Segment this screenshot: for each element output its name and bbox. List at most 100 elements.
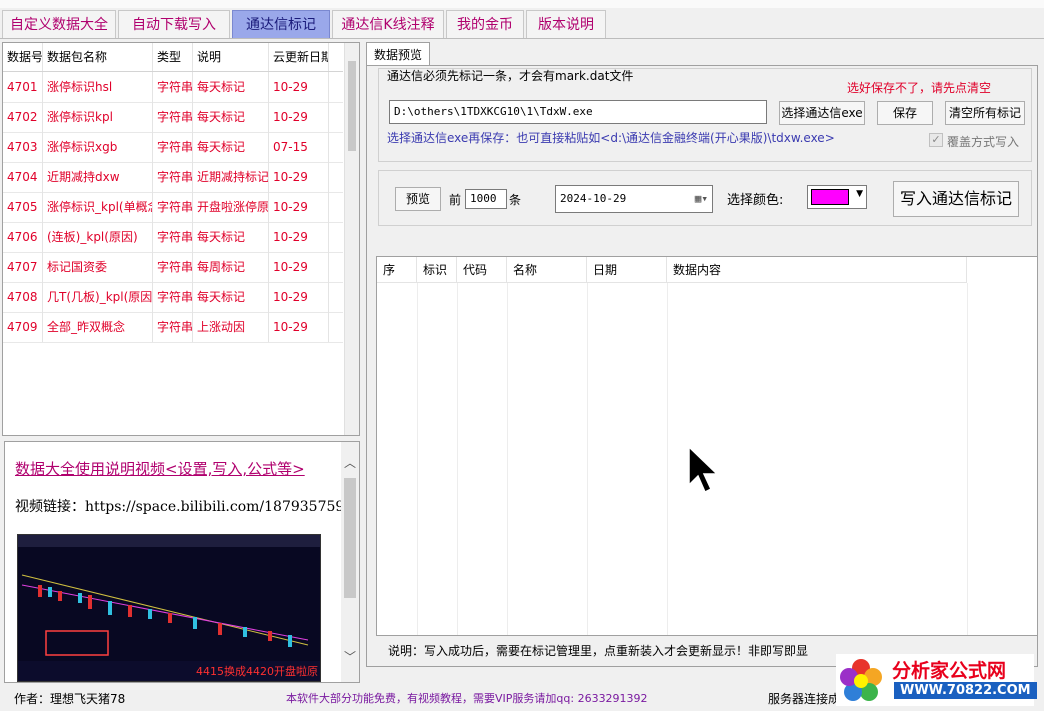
col-header-type[interactable]: 类型 (153, 43, 193, 71)
col-header-name[interactable]: 数据包名称 (43, 43, 153, 71)
info-scrollbar[interactable]: ︿ ﹀ (341, 442, 359, 682)
table-row[interactable]: 4708 几T(几板)_kpl(原因) 字符串 每天标记 10-29 (3, 282, 343, 313)
cell-type: 字符串 (153, 192, 193, 222)
scrollbar-thumb[interactable] (348, 61, 356, 151)
write-tdx-mark-button[interactable]: 写入通达信标记 (893, 181, 1019, 217)
grid-header-index[interactable]: 序 (377, 257, 417, 283)
cell-desc: 每天标记 (193, 222, 269, 252)
cell-type: 字符串 (153, 282, 193, 312)
logo-title: 分析家公式网 (892, 660, 1007, 682)
date-value: 2024-10-29 (560, 192, 627, 205)
cell-date: 10-29 (269, 102, 329, 132)
overwrite-checkbox[interactable]: ✓ (929, 133, 943, 147)
cell-desc: 开盘啦涨停原因 (193, 192, 269, 222)
cell-date: 10-29 (269, 222, 329, 252)
table-header: 数据号 数据包名称 类型 说明 云更新日期 (3, 43, 343, 72)
table-row[interactable]: 4701 涨停标识hsl 字符串 每天标记 10-29 (3, 72, 343, 103)
tab-my-coins[interactable]: 我的金币 (446, 10, 524, 38)
count-unit-label: 条 (509, 193, 522, 207)
dropdown-arrow-icon[interactable]: ▼ (856, 189, 863, 199)
table-row[interactable]: 4702 涨停标识kpl 字符串 每天标记 10-29 (3, 102, 343, 133)
choose-tdx-exe-button[interactable]: 选择通达信exe (779, 101, 865, 125)
tab-tdx-kline-note[interactable]: 通达信K线注释 (332, 10, 444, 38)
preview-button[interactable]: 预览 (395, 187, 441, 211)
cell-name: 涨停标识xgb (43, 132, 153, 162)
cell-desc: 每天标记 (193, 102, 269, 132)
cell-name: 涨停标识hsl (43, 72, 153, 102)
color-swatch (811, 189, 849, 205)
scroll-up-icon[interactable]: ︿ (343, 456, 357, 470)
col-header-desc[interactable]: 说明 (193, 43, 269, 71)
cell-type: 字符串 (153, 162, 193, 192)
date-picker[interactable]: 2024-10-29 ▦▾ (555, 185, 713, 213)
video-link-text: 视频链接：https://space.bilibili.com/18793575… (15, 499, 354, 515)
tab-tdx-mark[interactable]: 通达信标记 (232, 10, 330, 38)
table-row[interactable]: 4709 全部_昨双概念 字符串 上涨动因 10-29 (3, 312, 343, 343)
cell-name: 近期减持dxw (43, 162, 153, 192)
grid-header-name[interactable]: 名称 (507, 257, 587, 283)
grid-divider (457, 283, 458, 635)
grid-divider (507, 283, 508, 635)
config-group: 通达信必须先标记一条，才会有mark.dat文件 选好保存不了，请先点清空 D:… (378, 68, 1032, 162)
tab-data-preview[interactable]: 数据预览 (366, 42, 430, 67)
cell-desc: 每天标记 (193, 282, 269, 312)
table-row[interactable]: 4707 标记国资委 字符串 每周标记 10-29 (3, 252, 343, 283)
cell-desc: 近期减持标记 (193, 162, 269, 192)
count-input[interactable]: 1000 (465, 189, 507, 209)
tab-custom-data[interactable]: 自定义数据大全 (2, 10, 116, 38)
front-label: 前 (449, 193, 462, 207)
grid-header-date[interactable]: 日期 (587, 257, 667, 283)
table-row[interactable]: 4705涨停标识_kpl(单概念)字符串开盘啦涨停原因10-29 (3, 192, 343, 223)
cell-name: 几T(几板)_kpl(原因) (43, 282, 153, 312)
cell-id: 4701 (3, 72, 43, 102)
server-status: 服务器连接成 (768, 692, 841, 706)
app-window: 自定义数据大全 自动下载写入 通达信标记 通达信K线注释 我的金币 版本说明 数… (0, 0, 1044, 711)
save-button[interactable]: 保存 (877, 101, 933, 125)
grid-divider (417, 283, 418, 635)
grid-header-flag[interactable]: 标识 (417, 257, 457, 283)
table-scrollbar[interactable] (344, 43, 359, 435)
title-bar (0, 0, 1044, 8)
table-row[interactable]: 4703 涨停标识xgb 字符串 每天标记 07-15 (3, 132, 343, 163)
main-tab-bar: 自定义数据大全 自动下载写入 通达信标记 通达信K线注释 我的金币 版本说明 (0, 8, 1044, 39)
table-row[interactable]: 4704 近期减持dxw 字符串 近期减持标记 10-29 (3, 162, 343, 193)
cell-id: 4706 (3, 222, 43, 252)
scroll-down-icon[interactable]: ﹀ (343, 650, 357, 664)
grid-header-content[interactable]: 数据内容 (667, 257, 967, 283)
cell-desc: 每天标记 (193, 132, 269, 162)
info-panel: 数据大全使用说明视频<设置,写入,公式等> 视频链接：https://space… (4, 441, 360, 683)
cell-name: 涨停标识_kpl(单概念) (43, 192, 153, 222)
color-select[interactable]: ▼ (807, 185, 867, 209)
cell-date: 10-29 (269, 282, 329, 312)
mark-preview-grid: 序 标识 代码 名称 日期 数据内容 (376, 256, 1038, 636)
logo-url: WWW.70822.COM (894, 682, 1037, 699)
col-header-update-date[interactable]: 云更新日期 (269, 43, 329, 71)
cell-desc: 上涨动因 (193, 312, 269, 342)
write-controls-group: 预览 前 1000 条 2024-10-29 ▦▾ 选择颜色: ▼ 写入通达信标… (378, 170, 1032, 226)
author-label: 作者：理想飞天猪78 (14, 692, 126, 706)
cell-name: 涨停标识kpl (43, 102, 153, 132)
tab-auto-download[interactable]: 自动下载写入 (118, 10, 230, 38)
tdx-path-input[interactable]: D:\others\1TDXKCG10\1\TdxW.exe (389, 100, 767, 124)
cell-date: 10-29 (269, 192, 329, 222)
vip-notice: 本软件大部分功能免费，有视频教程，需要VIP服务请加qq: 2633291392 (286, 692, 648, 705)
tab-version-notes[interactable]: 版本说明 (526, 10, 606, 38)
tutorial-video-link[interactable]: 数据大全使用说明视频<设置,写入,公式等> (15, 458, 305, 479)
tutorial-screenshot-image: 4415换成4420开盘啦原 (17, 534, 321, 682)
cell-desc: 每天标记 (193, 72, 269, 102)
overwrite-label: 覆盖方式写入 (947, 135, 1020, 149)
clear-all-marks-button[interactable]: 清空所有标记 (945, 101, 1025, 125)
calendar-icon[interactable]: ▦▾ (695, 186, 708, 212)
write-note: 说明：写入成功后，需要在标记管理里，点重新装入才会更新显示！非即写即显 (388, 644, 809, 658)
grid-divider (587, 283, 588, 635)
cell-id: 4703 (3, 132, 43, 162)
info-scrollbar-thumb[interactable] (344, 478, 356, 598)
cell-id: 4707 (3, 252, 43, 282)
site-logo: 分析家公式网 WWW.70822.COM (836, 654, 1037, 706)
cell-name: 全部_昨双概念 (43, 312, 153, 342)
col-header-id[interactable]: 数据号 (3, 43, 43, 71)
cell-date: 10-29 (269, 312, 329, 342)
table-row[interactable]: 4706 (连板)_kpl(原因) 字符串 每天标记 10-29 (3, 222, 343, 253)
grid-header-code[interactable]: 代码 (457, 257, 507, 283)
cell-id: 4708 (3, 282, 43, 312)
